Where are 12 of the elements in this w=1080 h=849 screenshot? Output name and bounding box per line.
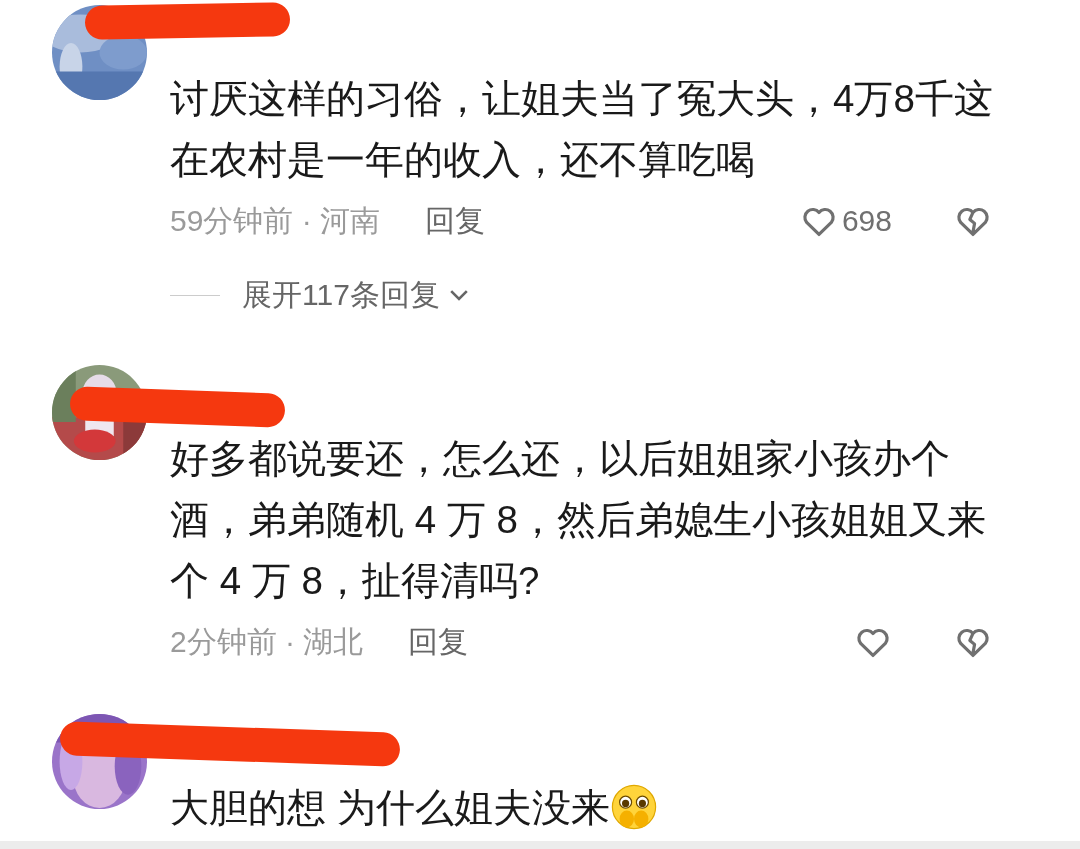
- comment-text: 大胆的想 为什么姐夫没来: [170, 786, 610, 829]
- expand-replies-link[interactable]: 展开117条回复: [242, 274, 472, 316]
- comment-text: 在农村是一年的收入，还不算吃喝: [170, 138, 755, 181]
- like-count: 698: [841, 204, 892, 238]
- comment-text: 好多都说要还，怎么还，以后姐姐家小孩办个: [170, 437, 950, 480]
- comment-text: 讨厌这样的习俗，让姐夫当了冤大头，4万8千这: [170, 77, 993, 120]
- comment-time-location: 59分钟前 · 河南: [170, 202, 381, 239]
- reply-link[interactable]: 回复: [425, 200, 486, 242]
- reply-link[interactable]: 回复: [408, 621, 469, 663]
- comment-text: 个 4 万 8，扯得清吗?: [170, 559, 540, 602]
- comment-time-location: 2分钟前 · 湖北: [170, 623, 364, 660]
- comment-text: 酒，弟弟随机 4 万 8，然后弟媳生小孩姐姐又来: [170, 498, 986, 541]
